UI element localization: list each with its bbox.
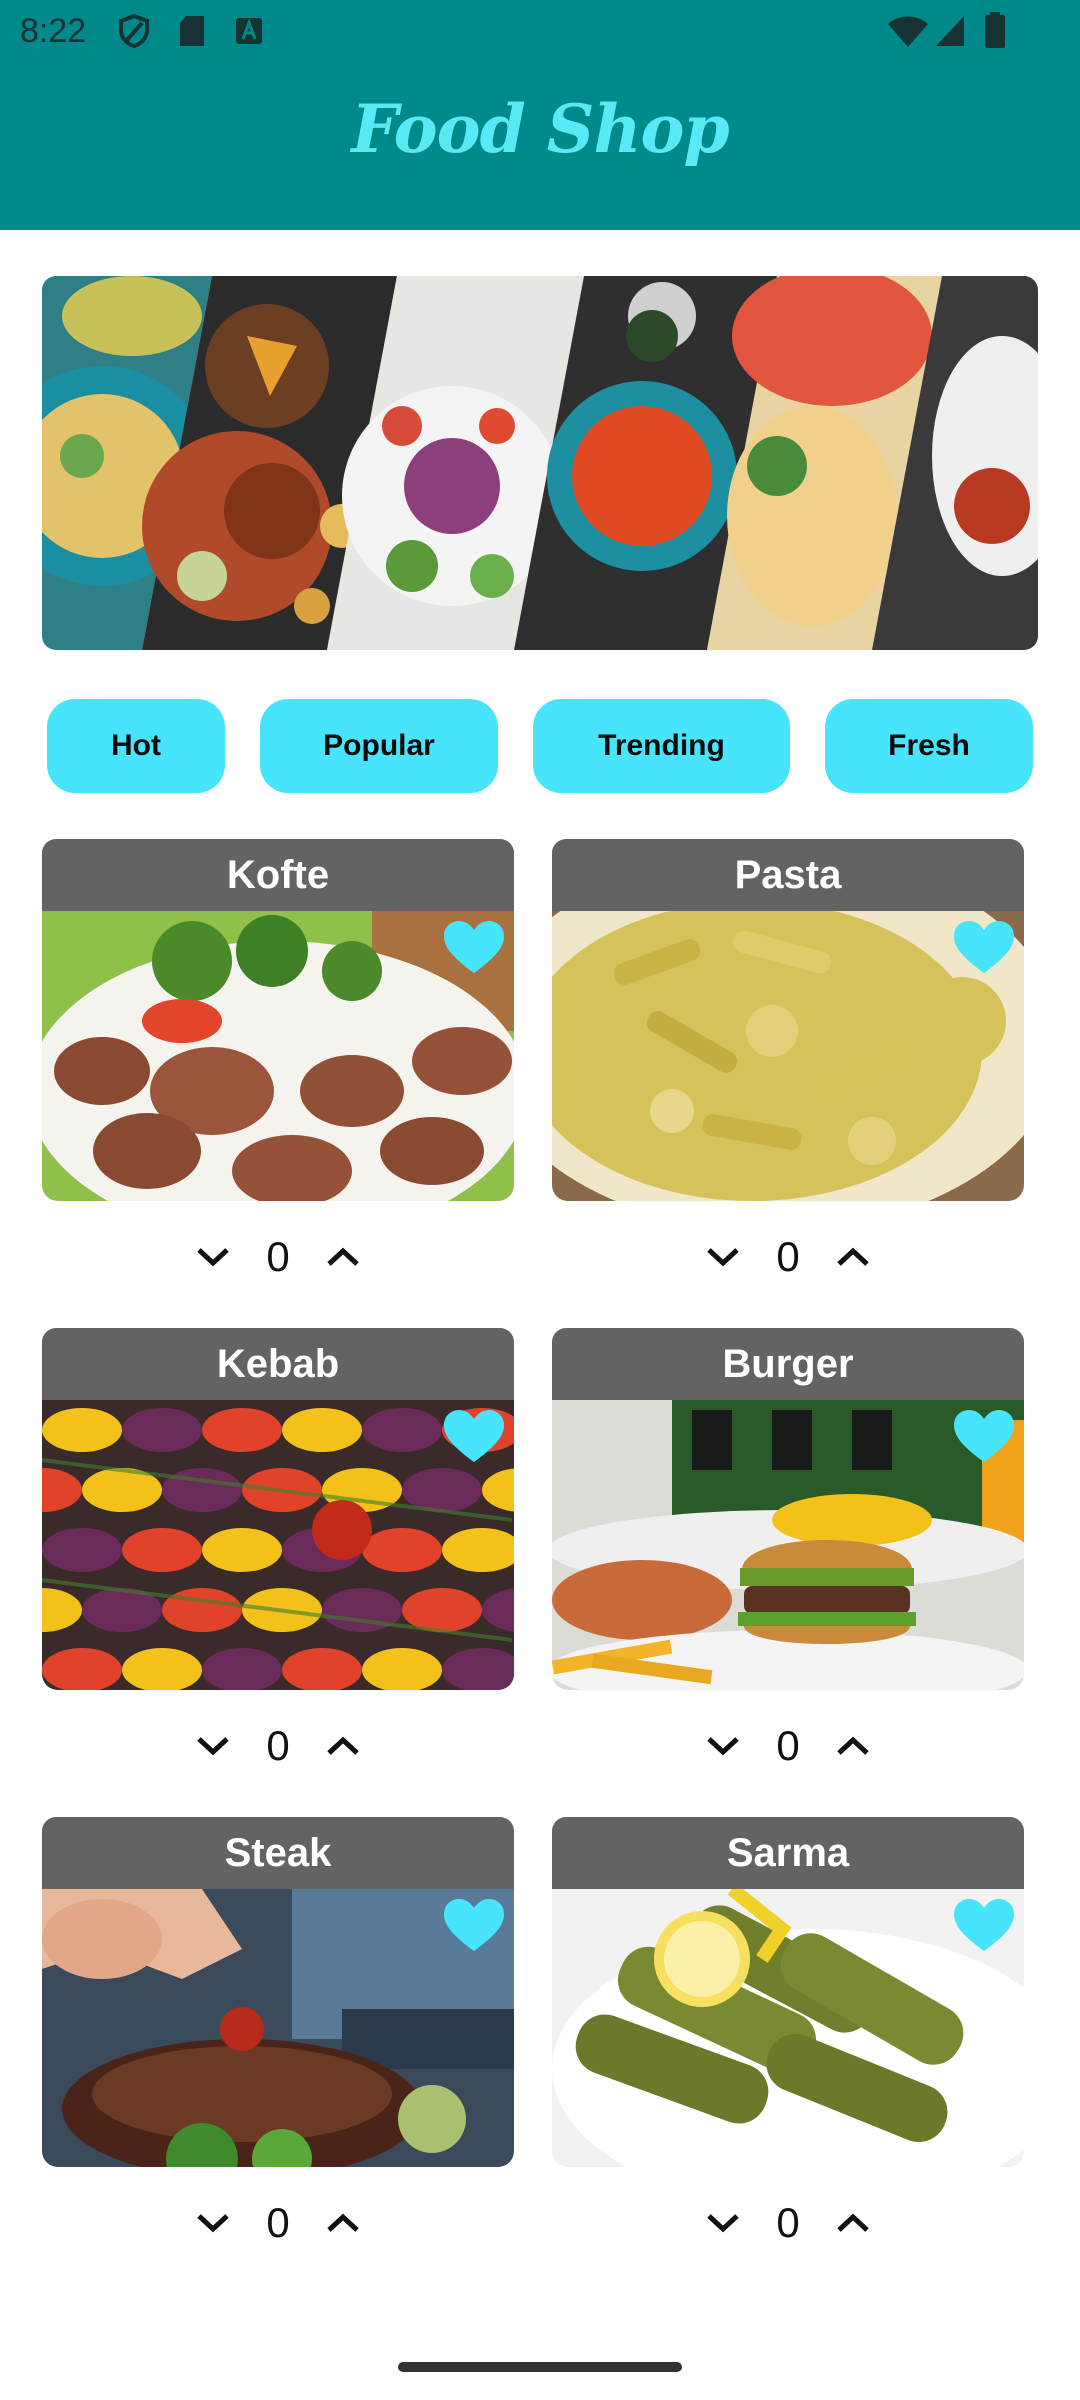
sd-card-icon xyxy=(178,14,206,53)
quantity-stepper: 0 xyxy=(552,1201,1024,1313)
decrease-quantity-button[interactable] xyxy=(695,1718,751,1774)
quantity-value: 0 xyxy=(266,1233,290,1280)
increase-quantity-button[interactable] xyxy=(315,1718,371,1774)
chevron-up-icon xyxy=(327,1736,359,1755)
quantity-stepper: 0 xyxy=(552,2167,1024,2279)
category-hot-button[interactable]: Hot xyxy=(47,699,225,793)
food-card-burger[interactable]: Burger 0 xyxy=(552,1328,1024,1802)
food-name: Kebab xyxy=(42,1328,514,1400)
food-card-sarma[interactable]: Sarma 0 xyxy=(552,1817,1024,2279)
signal-icon xyxy=(934,14,966,53)
increase-quantity-button[interactable] xyxy=(315,1229,371,1285)
increase-quantity-button[interactable] xyxy=(315,2195,371,2251)
favorite-heart-icon[interactable] xyxy=(444,1899,504,1953)
status-bar: 8:22 xyxy=(0,0,1080,64)
a-badge-icon xyxy=(236,18,262,49)
chevron-up-icon xyxy=(837,1736,869,1755)
quantity-value: 0 xyxy=(266,1722,290,1769)
app-title: Food Shop xyxy=(351,90,729,168)
favorite-heart-icon[interactable] xyxy=(954,1899,1014,1953)
food-card-kebab[interactable]: Kebab 0 xyxy=(42,1328,514,1802)
food-card-kofte[interactable]: Kofte 0 xyxy=(42,839,514,1313)
category-popular-button[interactable]: Popular xyxy=(260,699,498,793)
food-image-sarma xyxy=(552,1889,1024,2167)
decrease-quantity-button[interactable] xyxy=(185,1718,241,1774)
food-image-pasta xyxy=(552,911,1024,1201)
chevron-up-icon xyxy=(327,1247,359,1266)
quantity-stepper: 0 xyxy=(42,1201,514,1313)
food-name: Sarma xyxy=(552,1817,1024,1889)
chevron-down-icon xyxy=(197,1248,229,1267)
increase-quantity-button[interactable] xyxy=(825,1718,881,1774)
increase-quantity-button[interactable] xyxy=(825,1229,881,1285)
category-fresh-button[interactable]: Fresh xyxy=(825,699,1033,793)
food-image-burger xyxy=(552,1400,1024,1690)
food-image-steak xyxy=(42,1889,514,2167)
app-bar: 8:22 Food Shop xyxy=(0,0,1080,230)
quantity-stepper: 0 xyxy=(42,1690,514,1802)
decrease-quantity-button[interactable] xyxy=(695,1229,751,1285)
shield-icon xyxy=(118,13,150,53)
decrease-quantity-button[interactable] xyxy=(695,2195,751,2251)
chevron-down-icon xyxy=(707,1248,739,1267)
gesture-navigation-bar[interactable] xyxy=(398,2362,682,2372)
food-card-pasta[interactable]: Pasta 0 xyxy=(552,839,1024,1313)
banner-image xyxy=(42,276,1038,650)
chevron-up-icon xyxy=(327,2213,359,2232)
decrease-quantity-button[interactable] xyxy=(185,2195,241,2251)
food-name: Burger xyxy=(552,1328,1024,1400)
chevron-down-icon xyxy=(707,2214,739,2233)
food-card-steak[interactable]: Steak 0 xyxy=(42,1817,514,2279)
status-time: 8:22 xyxy=(20,12,87,50)
quantity-value: 0 xyxy=(776,1233,800,1280)
app-screen: 8:22 Food Shop Hot Popular Trending Fres… xyxy=(0,0,1080,2400)
decrease-quantity-button[interactable] xyxy=(185,1229,241,1285)
food-name: Steak xyxy=(42,1817,514,1889)
chevron-down-icon xyxy=(197,2214,229,2233)
quantity-stepper: 0 xyxy=(552,1690,1024,1802)
battery-icon xyxy=(984,12,1006,53)
food-image-kebab xyxy=(42,1400,514,1690)
food-name: Kofte xyxy=(42,839,514,911)
chevron-up-icon xyxy=(837,2213,869,2232)
increase-quantity-button[interactable] xyxy=(825,2195,881,2251)
chevron-down-icon xyxy=(707,1737,739,1756)
quantity-value: 0 xyxy=(266,2199,290,2246)
chevron-down-icon xyxy=(197,1737,229,1756)
food-name: Pasta xyxy=(552,839,1024,911)
favorite-heart-icon[interactable] xyxy=(954,921,1014,975)
chevron-up-icon xyxy=(837,1247,869,1266)
favorite-heart-icon[interactable] xyxy=(954,1410,1014,1464)
wifi-icon xyxy=(888,16,928,53)
food-image-kofte xyxy=(42,911,514,1201)
category-trending-button[interactable]: Trending xyxy=(533,699,790,793)
favorite-heart-icon[interactable] xyxy=(444,1410,504,1464)
quantity-value: 0 xyxy=(776,1722,800,1769)
favorite-heart-icon[interactable] xyxy=(444,921,504,975)
quantity-value: 0 xyxy=(776,2199,800,2246)
quantity-stepper: 0 xyxy=(42,2167,514,2279)
